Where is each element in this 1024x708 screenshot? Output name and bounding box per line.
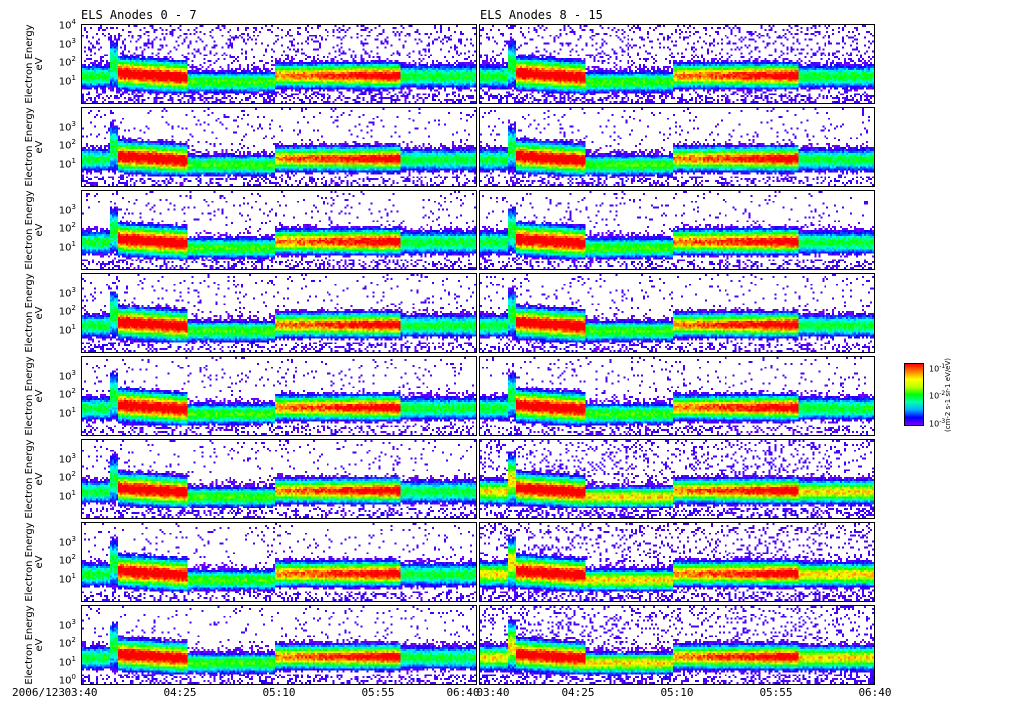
y-axis-label: Electron Energy eV: [22, 107, 48, 187]
y-tick-label: 103: [58, 534, 76, 548]
spectrogram-panel-anodes-8-15-row-8: [479, 605, 875, 685]
y-tick-label: 103: [58, 451, 76, 465]
y-axis-label: Electron Energy eV: [22, 605, 48, 685]
y-tick-label: 102: [58, 138, 76, 152]
y-tick-label: 104: [58, 18, 76, 32]
date-label: 2006/123: [12, 686, 65, 699]
y-tick-label: 103: [58, 119, 76, 133]
spectrogram-panel-anodes-0-7-row-5: [81, 356, 477, 436]
spectrogram-panel-anodes-0-7-row-3: [81, 190, 477, 270]
y-tick-label: 102: [58, 470, 76, 484]
x-tick-label: 04:25: [163, 686, 197, 699]
x-tick-label: 06:40: [446, 686, 480, 699]
x-tick-label: 05:55: [361, 686, 395, 699]
spectrogram-image: [82, 523, 476, 601]
y-tick-label: 102: [58, 304, 76, 318]
spectrogram-panel-anodes-8-15-row-4: [479, 273, 875, 353]
y-axis-label: Electron Energy eV: [22, 522, 48, 602]
y-tick-label: 101: [58, 73, 76, 88]
y-axis-label: Electron Energy eV: [22, 190, 48, 270]
colorbar-tick: 10-3: [929, 418, 946, 429]
spectrogram-image: [82, 440, 476, 518]
x-tick-label: 05:10: [262, 686, 296, 699]
y-axis-unit: eV: [34, 140, 45, 154]
spectrogram-image: [480, 523, 874, 601]
y-tick-label: 100: [58, 673, 76, 687]
y-tick-label: 103: [58, 617, 76, 631]
y-tick-label: 102: [58, 387, 76, 401]
spectrogram-image: [480, 606, 874, 684]
y-tick-label: 101: [58, 405, 76, 420]
right-column-title: ELS Anodes 8 - 15: [480, 8, 603, 22]
spectrogram-panel-anodes-0-7-row-6: [81, 439, 477, 519]
colorbar: [904, 363, 924, 426]
y-tick-label: 103: [58, 368, 76, 382]
colorbar-tick: 10-1: [929, 363, 946, 374]
spectrogram-panel-anodes-8-15-row-1: [479, 24, 875, 104]
x-tick-label: 03:40: [64, 686, 98, 699]
spectrogram-panel-anodes-0-7-row-7: [81, 522, 477, 602]
y-axis-unit: eV: [34, 223, 45, 237]
y-tick-label: 101: [58, 654, 76, 669]
y-tick-label: 102: [58, 221, 76, 235]
colorbar-tick: 10-2: [929, 390, 946, 401]
spectrogram-panel-anodes-8-15-row-5: [479, 356, 875, 436]
spectrogram-image: [82, 191, 476, 269]
spectrogram-panel-anodes-8-15-row-2: [479, 107, 875, 187]
spectrogram-panel-anodes-8-15-row-7: [479, 522, 875, 602]
x-tick-label: 04:25: [561, 686, 595, 699]
y-tick-label: 101: [58, 322, 76, 337]
spectrogram-image: [480, 357, 874, 435]
y-tick-label: 102: [58, 55, 76, 69]
x-tick-label: 06:40: [858, 686, 892, 699]
y-tick-label: 102: [58, 553, 76, 567]
spectrogram-panel-anodes-8-15-row-6: [479, 439, 875, 519]
spectrogram-panel-anodes-0-7-row-8: [81, 605, 477, 685]
y-axis-label: Electron Energy eV: [22, 24, 48, 104]
y-tick-label: 103: [58, 285, 76, 299]
spectrogram-image: [82, 25, 476, 103]
spectrogram-image: [82, 108, 476, 186]
y-axis-unit: eV: [34, 638, 45, 652]
y-axis-unit: eV: [34, 555, 45, 569]
spectrogram-panel-anodes-0-7-row-1: [81, 24, 477, 104]
y-axis-label: Electron Energy eV: [22, 273, 48, 353]
spectrogram-image: [480, 274, 874, 352]
x-tick-label: 05:10: [660, 686, 694, 699]
y-tick-label: 101: [58, 571, 76, 586]
x-tick-label: 03:40: [476, 686, 510, 699]
y-axis-unit: eV: [34, 472, 45, 486]
y-tick-label: 101: [58, 239, 76, 254]
y-axis-label: Electron Energy eV: [22, 439, 48, 519]
colorbar-label: (cm-2 s-1 sr-1 eV/eV): [944, 357, 952, 433]
spectrogram-image: [480, 191, 874, 269]
y-tick-label: 101: [58, 488, 76, 503]
spectrogram-image: [82, 606, 476, 684]
spectrogram-image: [480, 440, 874, 518]
y-axis-label: Electron Energy eV: [22, 356, 48, 436]
y-tick-label: 101: [58, 156, 76, 171]
spectrogram-image: [82, 357, 476, 435]
spectrogram-panel-anodes-0-7-row-4: [81, 273, 477, 353]
spectrogram-image: [82, 274, 476, 352]
spectrogram-image: [480, 108, 874, 186]
spectrogram-panel-anodes-8-15-row-3: [479, 190, 875, 270]
left-column-title: ELS Anodes 0 - 7: [81, 8, 197, 22]
spectrogram-image: [480, 25, 874, 103]
y-axis-unit: eV: [34, 306, 45, 320]
spectrogram-panel-anodes-0-7-row-2: [81, 107, 477, 187]
y-tick-label: 102: [58, 636, 76, 650]
y-axis-unit: eV: [34, 57, 45, 71]
y-axis-unit: eV: [34, 389, 45, 403]
x-tick-label: 05:55: [759, 686, 793, 699]
y-tick-label: 103: [58, 36, 76, 50]
y-tick-label: 103: [58, 202, 76, 216]
